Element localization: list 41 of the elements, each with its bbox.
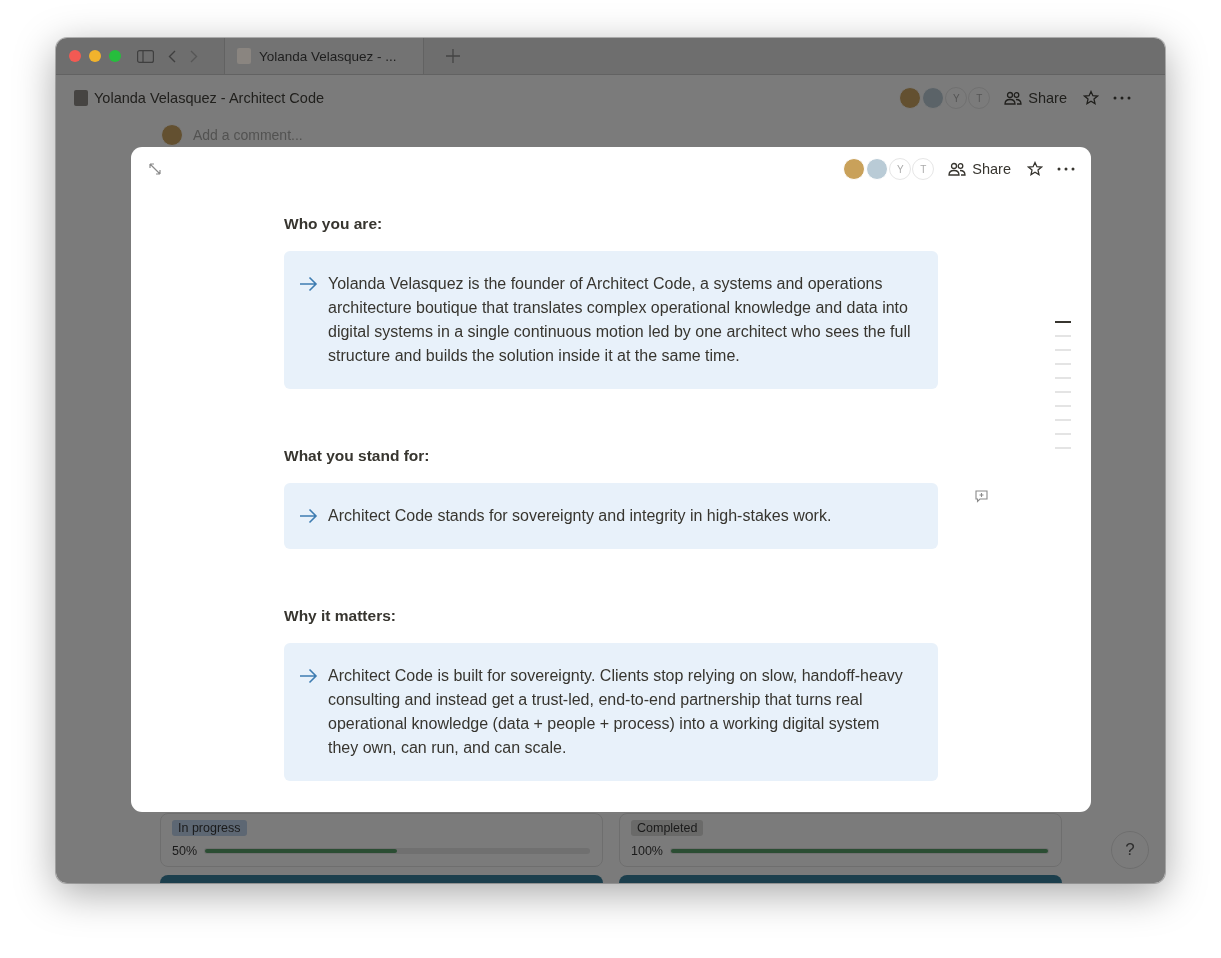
share-button[interactable]: Share bbox=[998, 86, 1073, 110]
arrow-icon bbox=[300, 508, 318, 524]
arrow-icon bbox=[300, 276, 318, 292]
more-icon[interactable] bbox=[1057, 167, 1075, 171]
callout-text: Architect Code stands for sovereignty and integrity in high-stakes work. bbox=[328, 506, 832, 526]
avatar-circle[interactable] bbox=[922, 87, 945, 109]
minimize-window-button[interactable] bbox=[89, 50, 101, 62]
add-comment-icon[interactable] bbox=[975, 490, 988, 503]
avatar-circle bbox=[161, 124, 183, 146]
page-title: Yolanda Velasquez - Architect Code bbox=[94, 90, 324, 106]
outline-marker[interactable] bbox=[1055, 321, 1071, 323]
avatar-circle[interactable] bbox=[843, 158, 866, 180]
avatar-initial[interactable]: T bbox=[912, 158, 935, 180]
section-heading: Who you are: bbox=[284, 215, 384, 233]
callout-text: Architect Code is built for sovereignty. Clients stop relying on slow, handoff-heavy consulting and instead get a trust-led, end-to-end partnership that turns real operational knowledge (data + people + process) into a working digital system they own, can run, and can scale. bbox=[328, 666, 904, 758]
avatar-circle[interactable] bbox=[899, 87, 922, 109]
zoom-window-button[interactable] bbox=[109, 50, 121, 62]
star-icon[interactable] bbox=[1083, 90, 1099, 106]
section-heading: Why it matters: bbox=[284, 607, 397, 625]
status-tag: Completed bbox=[631, 820, 704, 836]
progress-label: 50% bbox=[172, 844, 198, 858]
task-card[interactable]: In progress 50% bbox=[160, 813, 603, 867]
help-button[interactable]: ? bbox=[1111, 831, 1149, 869]
task-card[interactable]: Completed 100% bbox=[619, 813, 1062, 867]
star-icon[interactable] bbox=[1027, 161, 1043, 177]
people-icon bbox=[948, 162, 967, 176]
avatar-circle[interactable] bbox=[866, 158, 889, 180]
close-window-button[interactable] bbox=[69, 50, 81, 62]
new-tab-icon[interactable] bbox=[446, 49, 460, 63]
avatar-initial[interactable]: Y bbox=[889, 158, 912, 180]
browser-tab[interactable]: Yolanda Velasquez - ... bbox=[224, 38, 424, 74]
status-tag: In progress bbox=[172, 820, 247, 836]
section-heading: What you stand for: bbox=[284, 447, 431, 465]
callout-text: Yolanda Velasquez is the founder of Architect Code, a systems and operations architecture boutique that translates complex operational knowledge and data into digital systems in a single continuous motion led by one architect who sees the full structure and builds the solution inside it at the same time. bbox=[328, 274, 912, 366]
people-icon bbox=[1004, 91, 1023, 105]
share-button[interactable]: Share bbox=[942, 157, 1017, 181]
arrow-icon bbox=[300, 668, 318, 684]
progress-label: 100% bbox=[631, 844, 663, 858]
sidebar-icon[interactable] bbox=[137, 49, 154, 63]
page-icon-photo bbox=[74, 90, 88, 106]
expand-icon[interactable] bbox=[149, 163, 161, 175]
